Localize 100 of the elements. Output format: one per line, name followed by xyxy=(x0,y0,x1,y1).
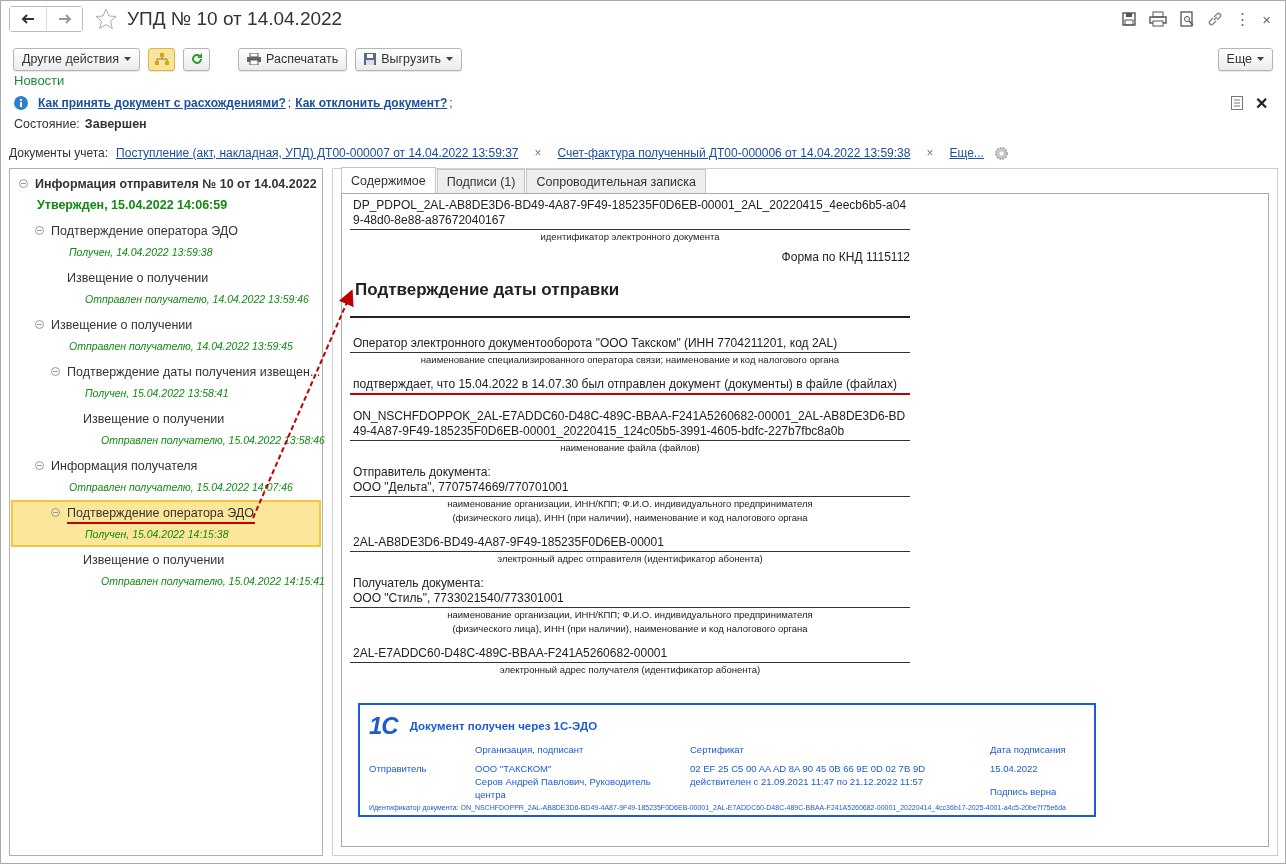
column-header: Дата подписания xyxy=(990,743,1067,756)
tree-item-status: Отправлен получателю, 15.04.2022 14:15:41 xyxy=(101,575,325,587)
separator: ; xyxy=(287,96,292,110)
logo: 1С xyxy=(369,712,398,740)
collapse-icon[interactable] xyxy=(35,226,44,235)
certificate-number: 02 EF 25 C5 00 AA AD 8A 90 45 0B 66 9E 0D 02 7B 9D xyxy=(690,762,927,775)
tree-item[interactable]: Извещение о получении Отправлен получателю, 14.04.2022 13:59:45 xyxy=(11,312,321,359)
signature-status: Подпись верна xyxy=(990,785,1058,798)
organization: ООО "ТАКСКОМ" xyxy=(475,762,553,775)
back-arrow-icon xyxy=(21,14,35,24)
accounting-docs-label: Документы учета: xyxy=(9,146,109,160)
print-button[interactable]: Распечатать xyxy=(238,47,348,71)
form-code: Форма по КНД 1115112 xyxy=(780,250,910,264)
field-caption: идентификатор электронного документа xyxy=(539,230,721,244)
tree-item-title: Информация получателя xyxy=(51,458,198,473)
field-value: Оператор электронного документооборота "ООО Такском" (ИНН 7704211201, код 2AL) xyxy=(353,336,838,350)
info-icon xyxy=(14,96,28,110)
state-value: Завершен xyxy=(84,117,147,133)
state-label: Состояние: xyxy=(14,117,80,133)
separator: ; xyxy=(449,96,453,110)
collapse-icon[interactable] xyxy=(35,320,44,329)
collapse-icon[interactable] xyxy=(35,461,44,470)
help-link[interactable]: Как отклонить документ? xyxy=(295,96,448,110)
field-value: ООО "Дельта", 7707574669/770701001 xyxy=(353,480,569,494)
export-button[interactable]: Выгрузить xyxy=(355,47,463,71)
stamp-title: Документ получен через 1С-ЭДО xyxy=(409,720,598,732)
other-actions-button[interactable]: Другие действия xyxy=(13,47,141,71)
settings-icon[interactable] xyxy=(993,145,1009,161)
selected-tree-item[interactable]: Подтверждение оператора ЭДО Получен, 15.04.2022 14:15:38 xyxy=(11,500,321,547)
caret-icon xyxy=(124,57,132,61)
help-link[interactable]: Как принять документ с расхождениями? xyxy=(38,96,286,110)
tree-item-status: Отправлен получателю, 15.04.2022 14:07:46 xyxy=(69,481,293,493)
tree-item-status: Получен, 15.04.2022 13:58:41 xyxy=(85,387,229,399)
field-caption: наименование организации, ИНН/КПП; Ф.И.О. индивидуального предпринимателя (физического лица), ИНН (при наличии), наименование и код налогового органа xyxy=(446,497,814,525)
tree-item-title: Подтверждение оператора ЭДО xyxy=(67,505,254,520)
field-caption: электронный адрес отправителя (идентификатор абонента) xyxy=(496,552,764,566)
tree-item[interactable]: Извещение о получении Отправлен получателю, 14.04.2022 13:59:46 xyxy=(11,265,321,312)
field-caption: наименование файла (файлов) xyxy=(559,441,701,455)
close-button[interactable]: ✕ xyxy=(1255,93,1268,113)
more-menu-button[interactable]: ⋮ xyxy=(1235,10,1251,28)
remove-button[interactable]: × xyxy=(528,146,548,160)
tab[interactable]: Содержимое xyxy=(341,167,436,193)
forward-arrow-icon xyxy=(57,14,72,24)
tree-item-status: Получен, 14.04.2022 13:59:38 xyxy=(69,246,213,258)
tab[interactable]: Подписи (1) xyxy=(436,169,526,193)
close-button[interactable]: × xyxy=(1262,10,1271,28)
tree-item-status: Отправлен получателю, 14.04.2022 13:59:45 xyxy=(69,340,293,352)
tree-item-title: Информация отправителя № 10 от 14.04.2022 xyxy=(35,176,317,191)
field-value: ООО "Стиль", 7733021540/773301001 xyxy=(353,591,564,605)
tree-item[interactable]: Информация получателя Отправлен получателю, 15.04.2022 14:07:46 xyxy=(11,453,321,500)
document-icon[interactable] xyxy=(1231,96,1243,110)
preview-icon[interactable] xyxy=(1179,11,1196,27)
tree-item[interactable]: Подтверждение оператора ЭДО Получен, 14.04.2022 13:59:38 xyxy=(11,218,321,265)
signing-date: 15.04.2022 xyxy=(990,762,1039,775)
field-caption: электронный адрес получателя (идентификатор абонента) xyxy=(498,663,762,677)
save-icon[interactable] xyxy=(1121,11,1138,27)
column-header: Сертификат xyxy=(690,743,745,756)
tree-item-title: Извещение о получении xyxy=(51,317,193,332)
caret-icon xyxy=(1257,57,1264,61)
tree-item-status: Отправлен получателю, 15.04.2022 13:58:46 xyxy=(101,434,325,446)
signer: Серов Андрей Павлович, Руководитель центра xyxy=(475,775,652,801)
field-value: подтверждает, что 15.04.2022 в 14.07.30 был отправлен документ (документы) в файле (файлах) xyxy=(353,377,897,391)
field-value: 2AL-E7ADDC60-D48C-489C-BBAA-F241A5260682-00001 xyxy=(353,646,668,660)
more-button[interactable]: Еще xyxy=(1217,47,1273,71)
document-link[interactable]: Счет-фактура полученный ДТ00-000006 от 14.04.2022 13:59:38 xyxy=(557,146,911,160)
more-link[interactable]: Еще... xyxy=(949,146,984,160)
signer-role: Отправитель xyxy=(369,762,428,776)
collapse-icon[interactable] xyxy=(19,179,28,188)
news-title: Новости xyxy=(13,72,66,90)
tab[interactable]: Сопроводительная записка xyxy=(526,169,706,193)
caret-icon xyxy=(446,57,454,61)
tree-item-title: Подтверждение оператора ЭДО xyxy=(51,223,238,238)
field-value: DP_PDPOL_2AL-AB8DE3D6-BD49-4A87-9F49-185235F0D6EB-00001_2AL_20220415_4eecb6b5-a049-48d0-8e88-a87672040167 xyxy=(353,198,907,227)
tree-item-title: Извещение о получении xyxy=(83,552,225,567)
document-heading: Подтверждение даты отправки xyxy=(350,280,910,318)
certificate-validity: действителен с 21.09.2021 11:47 по 21.12.2022 11:57 xyxy=(690,775,925,788)
field-value: Отправитель документа: xyxy=(353,465,491,479)
tree-item-status: Утвержден, 15.04.2022 14:06:59 xyxy=(37,198,228,212)
star-icon[interactable] xyxy=(95,8,117,30)
tree-item-status: Получен, 15.04.2022 14:15:38 xyxy=(85,528,229,540)
tree-item[interactable]: Информация отправителя № 10 от 14.04.2022 Утвержден, 15.04.2022 14:06:59 xyxy=(11,171,321,218)
field-caption: наименование организации, ИНН/КПП; Ф.И.О. индивидуального предпринимателя (физического лица), ИНН (при наличии), наименование и код налогового органа xyxy=(446,608,814,636)
tree-item-title: Извещение о получении xyxy=(83,411,225,426)
collapse-icon[interactable] xyxy=(51,508,60,517)
remove-button[interactable]: × xyxy=(920,146,940,160)
print-icon[interactable] xyxy=(1149,11,1168,27)
refresh-button[interactable] xyxy=(183,47,211,71)
tree-item-status: Отправлен получателю, 14.04.2022 13:59:46 xyxy=(85,293,309,305)
link-icon[interactable] xyxy=(1207,11,1224,27)
tree-item-title: Извещение о получении xyxy=(67,270,209,285)
collapse-icon[interactable] xyxy=(51,367,60,376)
refresh-icon xyxy=(190,53,203,65)
tree-item[interactable]: Подтверждение даты получения извещен... Получен, 15.04.2022 13:58:41 xyxy=(11,359,321,406)
field-value: 2AL-AB8DE3D6-BD49-4A87-9F49-185235F0D6EB-00001 xyxy=(353,535,664,549)
document-link[interactable]: Поступление (акт, накладная, УПД) ДТ00-000007 от 14.04.2022 13:59:37 xyxy=(116,146,519,160)
printer-icon xyxy=(247,53,262,65)
field-value: ON_NSCHFDOPPOK_2AL-E7ADDC60-D48C-489C-BBAA-F241A5260682-00001_2AL-AB8DE3D6-BD49-4A87-9F49-185235F0D6EB-00001_20220415_124c05b5-3991-4605-bdfc-227b7fbc8a0b xyxy=(353,409,906,438)
hierarchy-icon xyxy=(154,53,169,65)
column-header: Организация, подписант xyxy=(475,743,585,756)
structure-button[interactable] xyxy=(148,47,176,71)
